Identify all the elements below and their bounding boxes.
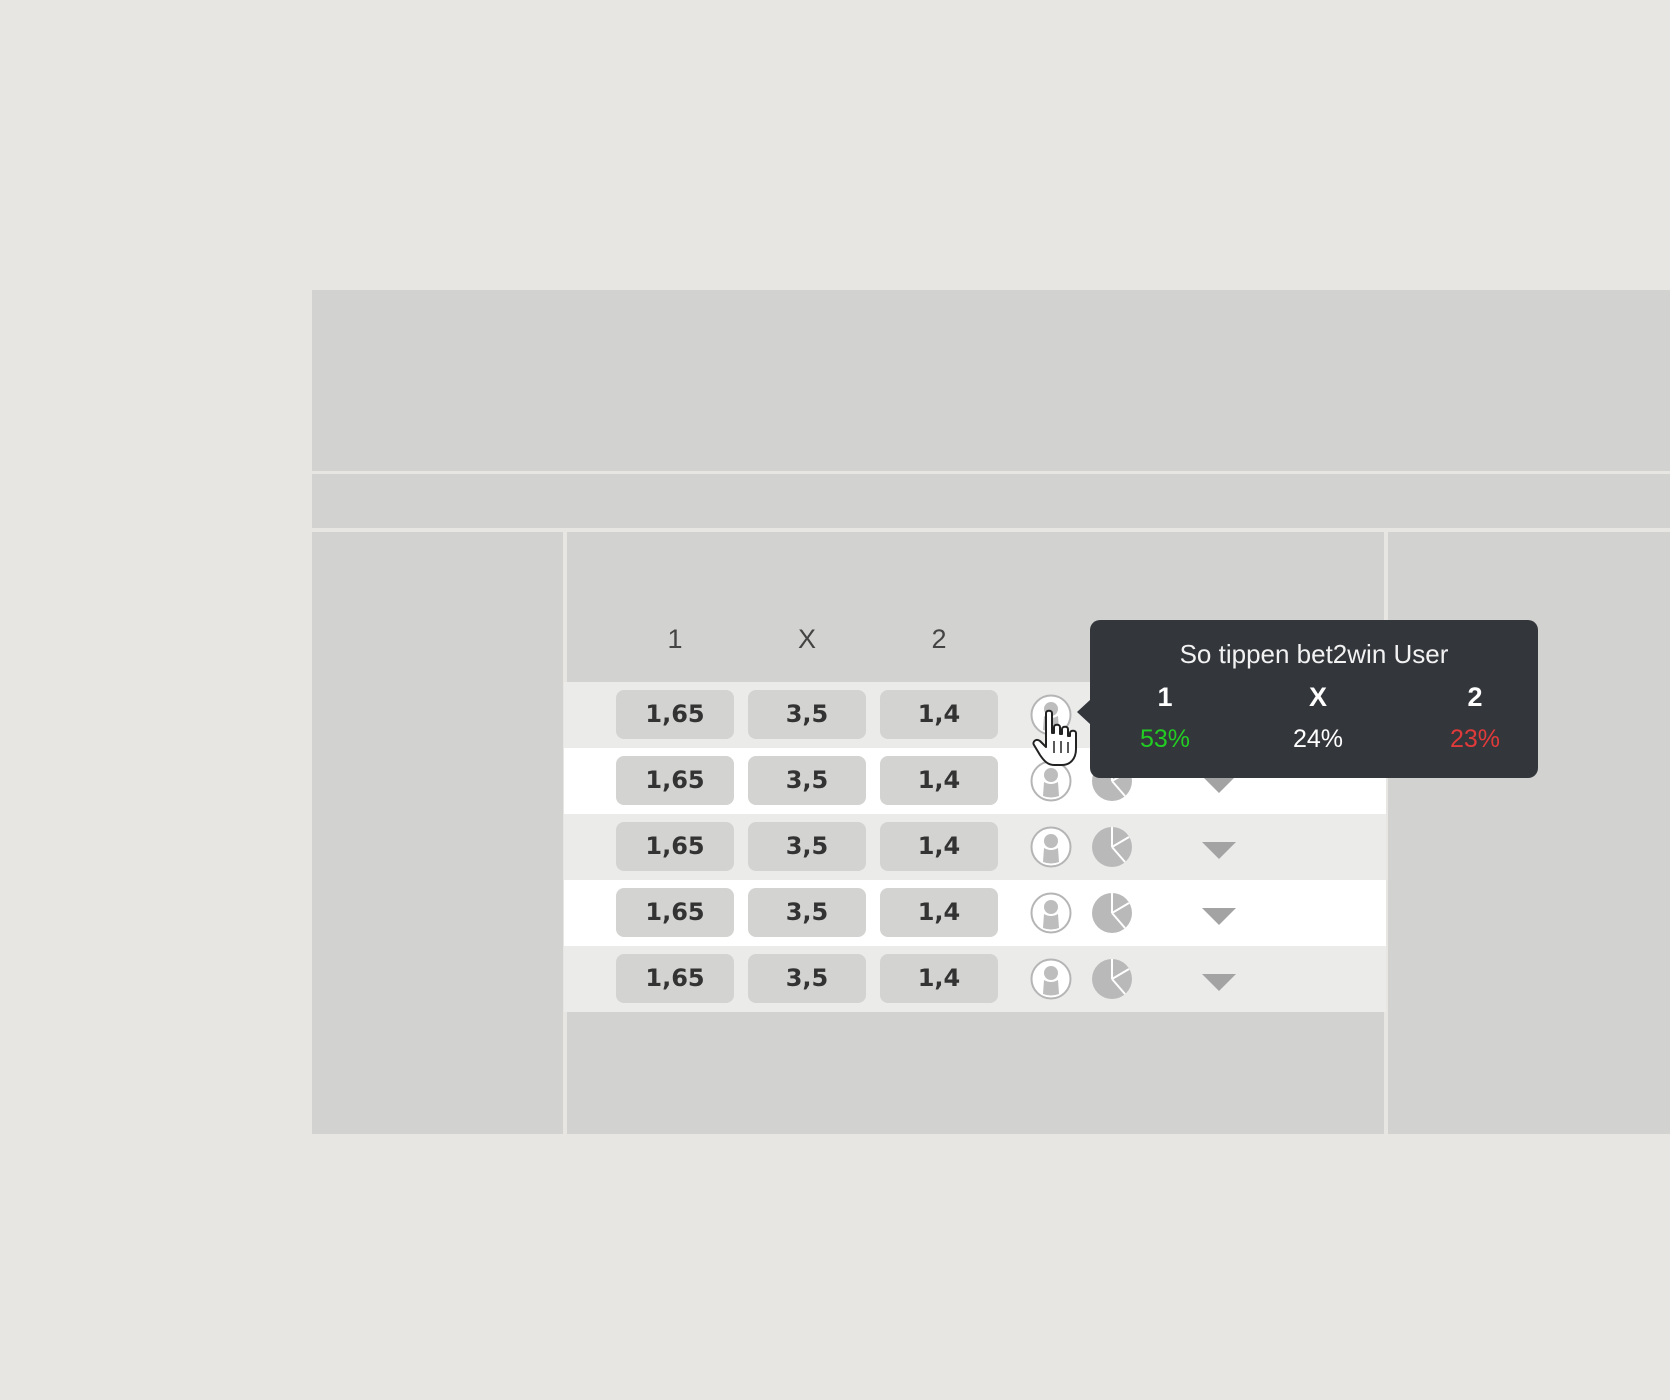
chevron-down-icon[interactable] [1202,842,1236,859]
user-icon[interactable] [1030,958,1072,1000]
tooltip-value-x: 24% [1292,725,1344,753]
subnav-placeholder [312,474,1670,528]
column-header-1: 1 [667,624,683,654]
odds-x-button[interactable]: 3,5 [748,756,866,805]
odds-2-button[interactable]: 1,4 [880,756,998,805]
chevron-down-icon[interactable] [1202,974,1236,991]
odds-1-button[interactable]: 1,65 [616,690,734,739]
tooltip-pointer [1077,700,1090,724]
tooltip-value-1: 53% [1139,725,1191,753]
column-header-2: 2 [931,624,947,654]
odds-x-button[interactable]: 3,5 [748,954,866,1003]
tooltip-label-1: 1 [1157,682,1173,712]
pie-chart-icon[interactable] [1091,826,1133,868]
odds-x-button[interactable]: 3,5 [748,690,866,739]
pie-chart-icon[interactable] [1091,892,1133,934]
tooltip-label-x: X [1308,682,1327,712]
tooltip-value-2: 23% [1449,725,1501,753]
odds-x-button[interactable]: 3,5 [748,888,866,937]
chevron-down-icon[interactable] [1202,908,1236,925]
column-header-x: X [797,624,816,654]
user-icon[interactable] [1030,892,1072,934]
tooltip-column-2: 2 23% [1425,680,1525,756]
tooltip-column-x: X 24% [1268,680,1368,756]
user-tips-tooltip: So tippen bet2win User 1 53% X 24% 2 23% [1077,620,1538,778]
odds-x-button[interactable]: 3,5 [748,822,866,871]
header-placeholder [312,290,1670,471]
odds-2-button[interactable]: 1,4 [880,822,998,871]
odds-1-button[interactable]: 1,65 [616,756,734,805]
user-icon[interactable] [1030,826,1072,868]
odds-1-button[interactable]: 1,65 [616,888,734,937]
left-sidebar-placeholder [312,532,563,1134]
pie-chart-icon[interactable] [1091,958,1133,1000]
tooltip-title: So tippen bet2win User [1179,639,1449,669]
table-row: 1,65 3,5 1,4 [564,946,1386,1012]
odds-1-button[interactable]: 1,65 [616,954,734,1003]
tooltip-label-2: 2 [1467,682,1483,712]
chevron-down-icon[interactable] [1202,776,1236,793]
odds-2-button[interactable]: 1,4 [880,954,998,1003]
odds-1-button[interactable]: 1,65 [616,822,734,871]
odds-2-button[interactable]: 1,4 [880,690,998,739]
hand-pointer-cursor-icon [1032,709,1077,766]
table-row: 1,65 3,5 1,4 [564,814,1386,880]
odds-2-button[interactable]: 1,4 [880,888,998,937]
table-row: 1,65 3,5 1,4 [564,880,1386,946]
tooltip-column-1: 1 53% [1115,680,1215,756]
